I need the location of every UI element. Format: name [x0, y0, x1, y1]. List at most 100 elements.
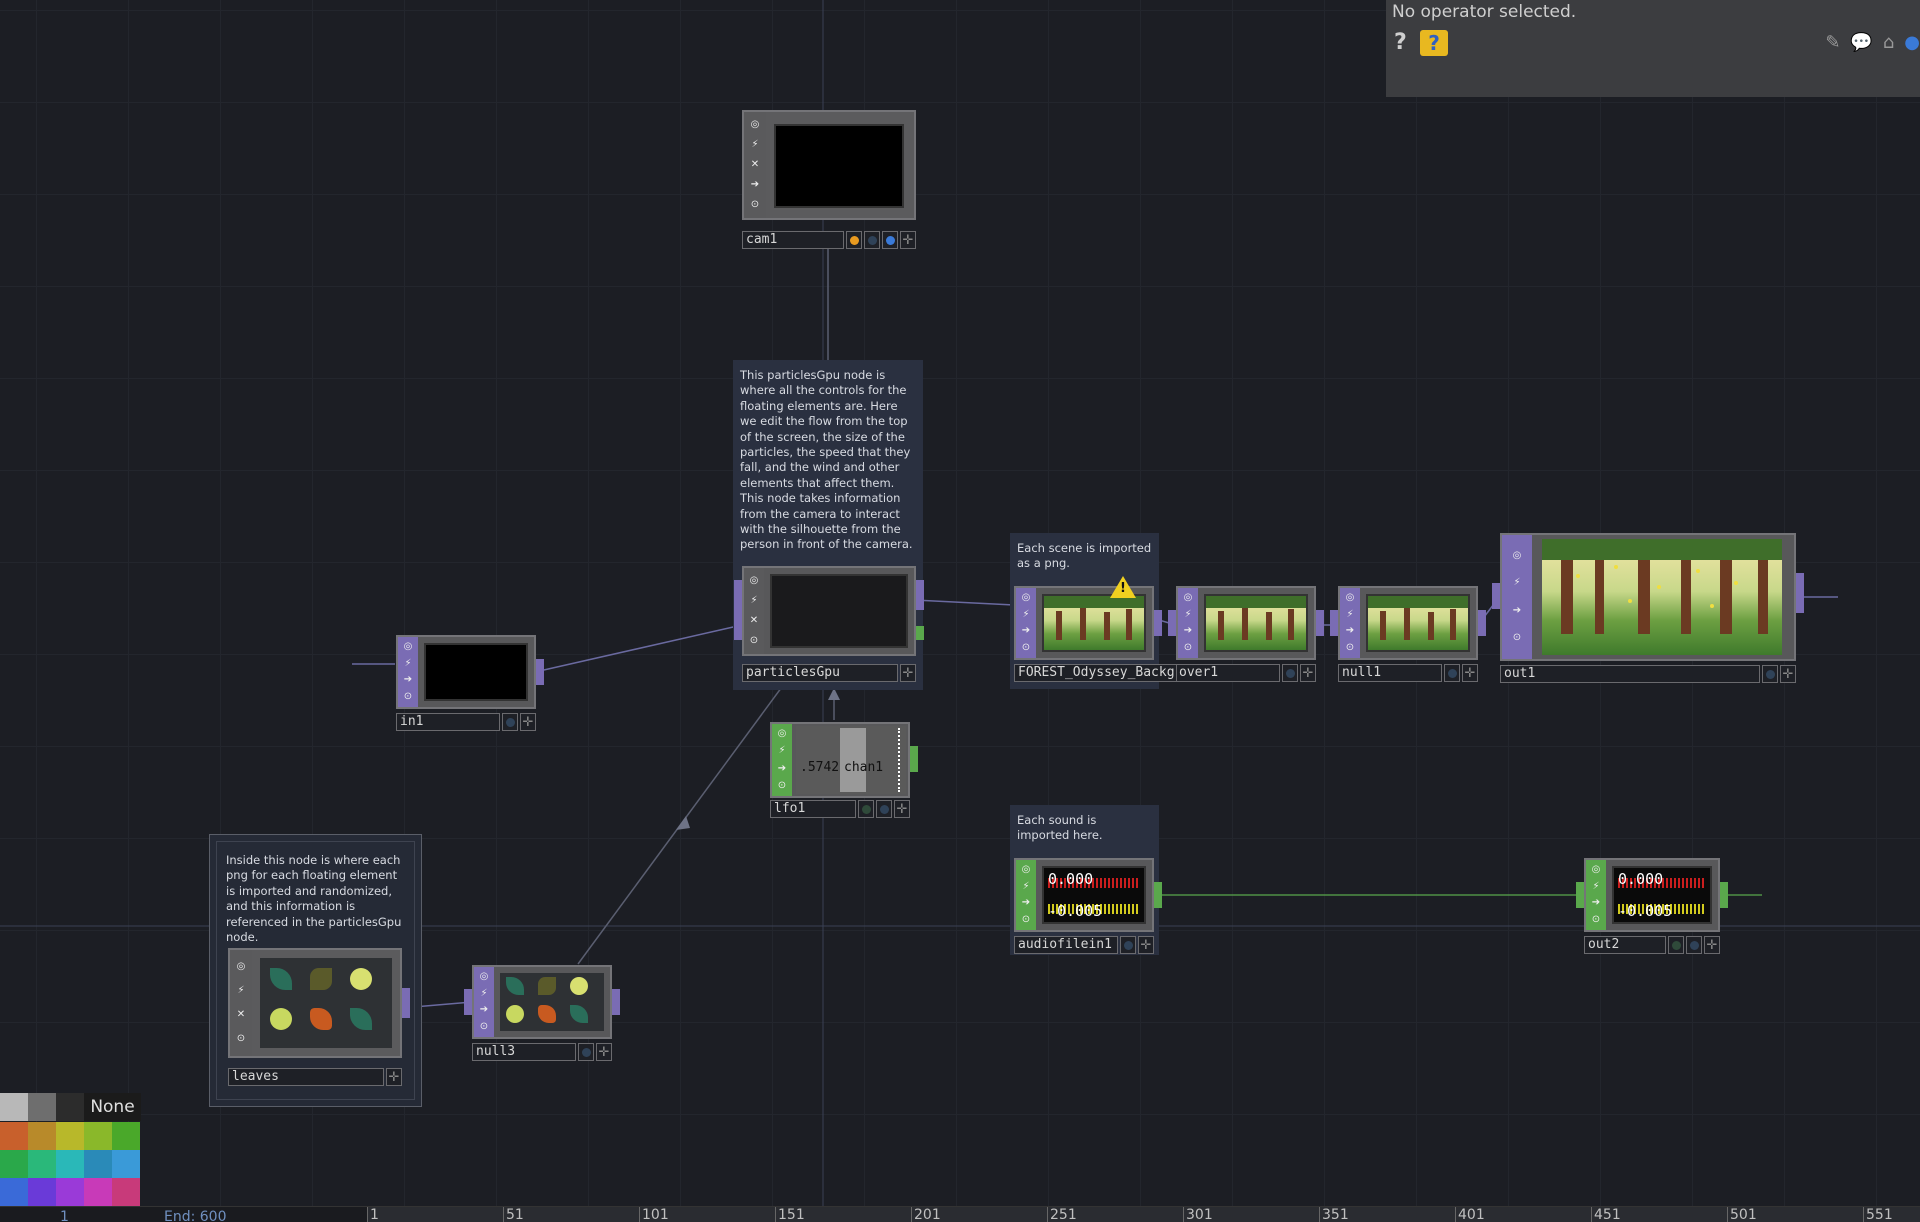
viewer-icon[interactable]: ◎: [775, 727, 789, 741]
node-lfo1[interactable]: ◎ ⚡ ➔ ⊙ .5742 chan1 lfo1 ✛: [770, 722, 918, 818]
null3-plus-icon[interactable]: ✛: [596, 1043, 612, 1061]
viewer-icon[interactable]: ◎: [1510, 549, 1524, 563]
null3-output[interactable]: [612, 989, 620, 1015]
lock-icon[interactable]: ⊙: [775, 779, 789, 793]
leaves-plus-icon[interactable]: ✛: [386, 1068, 402, 1086]
viewer-icon[interactable]: ◎: [1589, 863, 1603, 877]
null1-plus-icon[interactable]: ✛: [1462, 664, 1478, 682]
node-null1[interactable]: ◎ ⚡ ➔ ⊙ null1 ✛: [1330, 586, 1486, 682]
out1-plus-icon[interactable]: ✛: [1780, 665, 1796, 683]
lock-icon[interactable]: ⊙: [1019, 641, 1033, 655]
lock-icon[interactable]: ⊙: [1510, 631, 1524, 645]
lfo1-output[interactable]: [910, 746, 918, 772]
bypass-icon[interactable]: ⚡: [477, 987, 491, 1001]
arrow-icon[interactable]: ➔: [1181, 624, 1195, 638]
over1-plus-icon[interactable]: ✛: [1300, 664, 1316, 682]
null3-input[interactable]: [464, 989, 472, 1015]
bypass-icon[interactable]: ⚡: [1510, 576, 1524, 590]
out1-input[interactable]: [1492, 583, 1500, 609]
cam1-flag-blue[interactable]: [882, 231, 898, 249]
lfo1-name[interactable]: lfo1: [770, 800, 856, 818]
arrow-icon[interactable]: ➔: [1019, 624, 1033, 638]
viewer-icon[interactable]: ◎: [747, 574, 761, 588]
bypass-icon[interactable]: ⚡: [1589, 880, 1603, 894]
palette-swatch[interactable]: [112, 1178, 140, 1206]
arrow-icon[interactable]: ➔: [775, 762, 789, 776]
in1-flag[interactable]: [502, 713, 518, 731]
palette-swatch[interactable]: [0, 1178, 28, 1206]
lock-icon[interactable]: ⊙: [234, 1032, 248, 1046]
arrow-icon[interactable]: ➔: [748, 178, 762, 192]
out1-output[interactable]: [1796, 573, 1804, 613]
null1-input[interactable]: [1330, 610, 1338, 636]
particlesGpu-output[interactable]: [916, 580, 924, 610]
timeline[interactable]: 1 End: 600 1 51 101 151 201 251 301 351 401 451 50…: [0, 1206, 1920, 1222]
palette-none-button[interactable]: None: [84, 1093, 141, 1121]
in1-name[interactable]: in1: [396, 713, 500, 731]
forest-output[interactable]: [1154, 610, 1162, 636]
cam1-flag-orange[interactable]: [846, 231, 862, 249]
viewer-icon[interactable]: ◎: [748, 118, 762, 132]
over1-output[interactable]: [1316, 610, 1324, 636]
lock-icon[interactable]: ⊙: [401, 690, 415, 704]
viewer-icon[interactable]: ◎: [1019, 591, 1033, 605]
null3-name[interactable]: null3: [472, 1043, 576, 1061]
bypass-icon[interactable]: ⚡: [1181, 608, 1195, 622]
audiofilein1-name[interactable]: audiofilein1: [1014, 936, 1118, 954]
palette-swatch[interactable]: [28, 1093, 56, 1121]
cam1-plus-icon[interactable]: ✛: [900, 231, 916, 249]
palette-swatch[interactable]: [56, 1178, 84, 1206]
palette-swatch[interactable]: [56, 1093, 84, 1121]
out2-input[interactable]: [1576, 882, 1584, 908]
particlesGpu-inputs[interactable]: [734, 580, 742, 640]
leaves-name[interactable]: leaves: [228, 1068, 384, 1086]
null1-name[interactable]: null1: [1338, 664, 1442, 682]
in1-plus-icon[interactable]: ✛: [520, 713, 536, 731]
palette-swatch[interactable]: [84, 1178, 112, 1206]
node-in1[interactable]: ◎ ⚡ ➔ ⊙ in1 ✛: [396, 635, 544, 731]
null3-flag[interactable]: [578, 1043, 594, 1061]
tag-icon[interactable]: ⌂: [1883, 32, 1894, 53]
cam1-flag-dark[interactable]: [864, 231, 880, 249]
pencil-icon[interactable]: ✎: [1825, 32, 1840, 53]
node-over1[interactable]: ◎ ⚡ ➔ ⊙ over1 ✛: [1168, 586, 1324, 682]
close-icon[interactable]: ✕: [234, 1008, 248, 1022]
out1-flag[interactable]: [1762, 665, 1778, 683]
viewer-icon[interactable]: ◎: [1019, 863, 1033, 877]
comment-icon[interactable]: 💬: [1850, 32, 1872, 53]
close-icon[interactable]: ✕: [747, 614, 761, 628]
out2-flag[interactable]: [1668, 936, 1684, 954]
particlesGpu-name[interactable]: particlesGpu: [742, 664, 898, 682]
node-audiofilein1[interactable]: ◎ ⚡ ➔ ⊙ 0.000 -0.005 audiofilein1 ✛: [1014, 858, 1162, 954]
particlesGpu-plus-icon[interactable]: ✛: [900, 664, 916, 682]
python-help-icon[interactable]: ?: [1420, 30, 1448, 56]
bypass-icon[interactable]: ⚡: [1343, 608, 1357, 622]
out2-plus-icon[interactable]: ✛: [1704, 936, 1720, 954]
palette-swatch[interactable]: [84, 1122, 112, 1150]
arrow-icon[interactable]: ➔: [1343, 624, 1357, 638]
null1-flag[interactable]: [1444, 664, 1460, 682]
arrow-icon[interactable]: ➔: [1589, 896, 1603, 910]
close-icon[interactable]: ✕: [748, 158, 762, 172]
palette-swatch[interactable]: [28, 1150, 56, 1178]
lock-icon[interactable]: ⊙: [1589, 913, 1603, 927]
arrow-icon[interactable]: ➔: [1510, 604, 1524, 618]
node-cam1[interactable]: ◎ ⚡ ✕ ➔ ⊙ cam1 ✛: [742, 110, 916, 250]
bypass-icon[interactable]: ⚡: [775, 744, 789, 758]
timeline-range[interactable]: [367, 1207, 1920, 1222]
null1-output[interactable]: [1478, 610, 1486, 636]
lfo1-flag2[interactable]: [876, 800, 892, 818]
viewer-icon[interactable]: ◎: [401, 640, 415, 654]
arrow-icon[interactable]: ➔: [1019, 896, 1033, 910]
node-out1[interactable]: ◎ ⚡ ➔ ⊙ out1 ✛: [1492, 533, 1804, 683]
leaves-output[interactable]: [402, 988, 410, 1018]
arrow-icon[interactable]: ➔: [401, 673, 415, 687]
palette-swatch[interactable]: [0, 1122, 28, 1150]
network-editor[interactable]: This particlesGpu node is where all the …: [0, 0, 1920, 1222]
node-leaves[interactable]: ◎ ⚡ ✕ ⊙ leaves ✛: [228, 948, 410, 1090]
out2-flag2[interactable]: [1686, 936, 1702, 954]
lock-icon[interactable]: ⊙: [1343, 641, 1357, 655]
palette-swatch[interactable]: [112, 1150, 140, 1178]
bypass-icon[interactable]: ⚡: [747, 594, 761, 608]
palette-swatch[interactable]: [56, 1150, 84, 1178]
